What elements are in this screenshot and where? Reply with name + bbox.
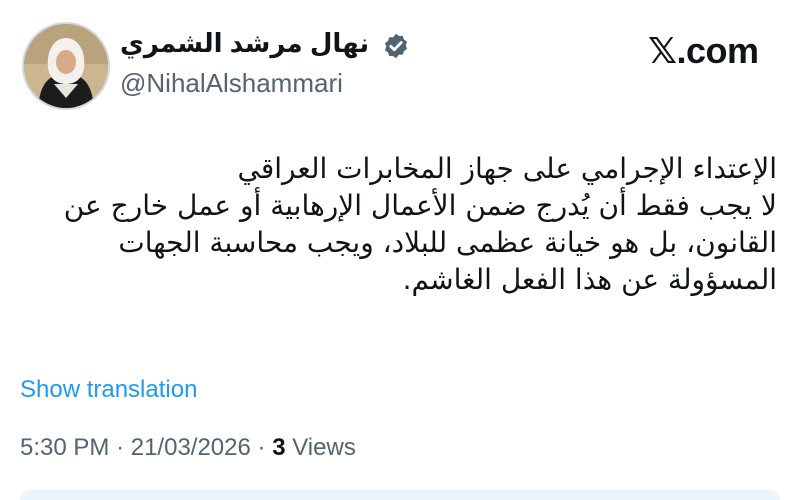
verified-badge-icon	[385, 33, 407, 59]
tweet-author: نهال مرشد الشمري @NihalAlshammari	[0, 18, 800, 110]
separator: ·	[257, 434, 266, 461]
tweet-date[interactable]: 21/03/2026	[131, 434, 251, 461]
separator: ·	[116, 434, 125, 461]
views-count: 3	[272, 434, 286, 461]
user-handle[interactable]: @NihalAlshammari	[120, 68, 343, 99]
tweet-metadata: 5:30 PM · 21/03/2026 · 3 Views	[20, 434, 356, 462]
tweet-line: القانون، بل هو خيانة عظمى للبلاد، ويجب م…	[118, 226, 777, 259]
bottom-panel-edge	[20, 490, 780, 500]
tweet-text: الإعتداء الإجرامي على جهاز المخابرات الع…	[20, 150, 777, 298]
tweet-line: الإعتداء الإجرامي على جهاز المخابرات الع…	[237, 152, 777, 185]
avatar-portrait-icon	[24, 24, 108, 108]
tweet-time[interactable]: 5:30 PM	[20, 434, 109, 461]
avatar[interactable]	[22, 22, 110, 110]
tweet-line: المسؤولة عن هذا الفعل الغاشم.	[402, 263, 777, 296]
show-translation-link[interactable]: Show translation	[20, 376, 197, 404]
display-name[interactable]: نهال مرشد الشمري	[120, 28, 369, 59]
views-label: Views	[292, 434, 356, 461]
tweet-line: لا يجب فقط أن يُدرج ضمن الأعمال الإرهابي…	[63, 189, 777, 222]
